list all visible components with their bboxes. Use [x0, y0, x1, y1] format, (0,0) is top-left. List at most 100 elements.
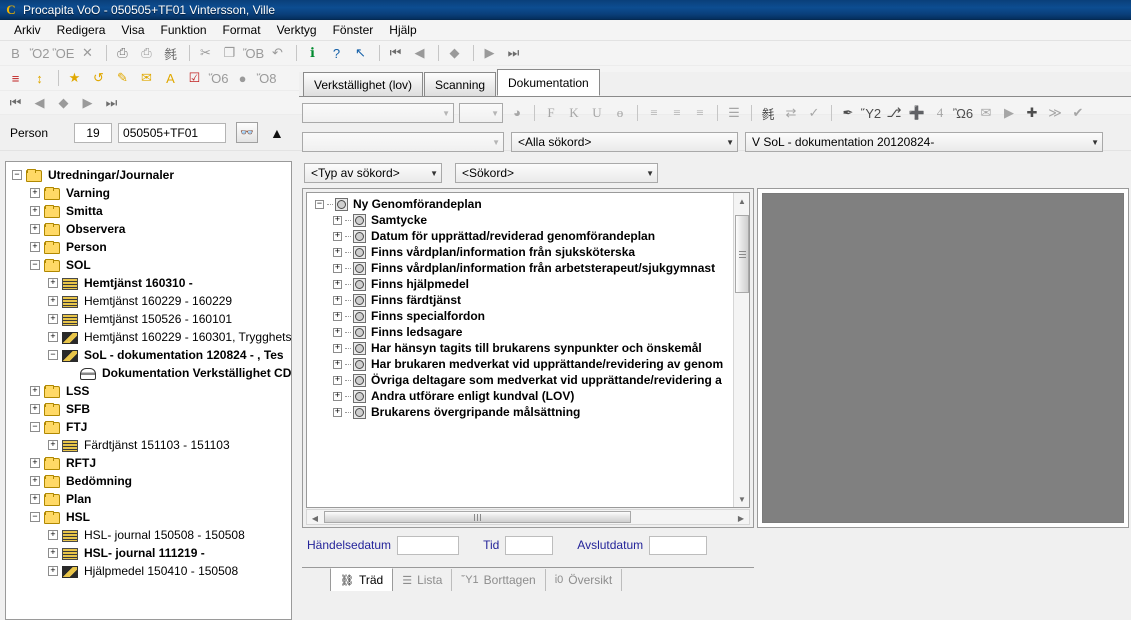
- adjust-sliders-icon[interactable]: ↕: [29, 68, 50, 89]
- align-left-icon[interactable]: ≡: [643, 102, 665, 124]
- document-canvas[interactable]: [762, 193, 1124, 523]
- find-binoculars-icon[interactable]: 毵: [160, 43, 181, 64]
- event-date-input[interactable]: [397, 536, 459, 555]
- play-icon[interactable]: ▶: [998, 102, 1020, 124]
- envelope-check-icon[interactable]: ✉: [975, 102, 997, 124]
- tab-scanning[interactable]: Scanning: [424, 72, 496, 96]
- expand-icon[interactable]: +: [48, 332, 58, 342]
- person-id-input[interactable]: [118, 123, 226, 143]
- expand-icon[interactable]: +: [48, 440, 58, 450]
- keyword-node[interactable]: + Finns ledsagare: [315, 324, 749, 340]
- view-tab-tr-d[interactable]: ⛓ Träd: [330, 568, 393, 591]
- bold-icon[interactable]: F: [540, 102, 562, 124]
- checklist-icon[interactable]: ☑: [184, 68, 205, 89]
- end-date-input[interactable]: [649, 536, 707, 555]
- keyword-node[interactable]: + Övriga deltagare som medverkat vid uppr…: [315, 372, 749, 388]
- document-select[interactable]: V SoL - dokumentation 20120824- ▼: [745, 132, 1103, 152]
- collapse-icon[interactable]: −: [30, 512, 40, 522]
- traffic-light-icon[interactable]: Ὢ6: [952, 102, 974, 124]
- collapse-icon[interactable]: −: [12, 170, 22, 180]
- book-icon[interactable]: Ὅ6: [208, 68, 229, 89]
- tree-node[interactable]: + Hemtjänst 160229 - 160301, Trygghetslar…: [12, 328, 291, 346]
- nav-prev-icon[interactable]: ◀: [409, 43, 430, 64]
- add-node-icon[interactable]: ➕: [906, 102, 928, 124]
- expand-icon[interactable]: +: [30, 458, 40, 468]
- keyword-node[interactable]: + Finns specialfordon: [315, 308, 749, 324]
- keyword-node[interactable]: + Andra utförare enligt kundval (LOV): [315, 388, 749, 404]
- italic-icon[interactable]: K: [563, 102, 585, 124]
- expand-icon[interactable]: +: [30, 404, 40, 414]
- font-size-select[interactable]: ▼: [459, 103, 503, 123]
- keyword-filter-select[interactable]: <Alla sökord> ▼: [511, 132, 738, 152]
- tree-node[interactable]: + Person: [12, 238, 291, 256]
- align-right-icon[interactable]: ≡: [689, 102, 711, 124]
- scroll-down-icon[interactable]: ▼: [734, 491, 750, 507]
- expand-icon[interactable]: +: [30, 224, 40, 234]
- tree-node[interactable]: + Färdtjänst 151103 - 151103: [12, 436, 291, 454]
- print-preview-icon[interactable]: ⎙: [136, 43, 157, 64]
- stamp-signature-icon[interactable]: ✒: [837, 102, 859, 124]
- nav-next-icon[interactable]: ▶: [479, 43, 500, 64]
- collapse-icon[interactable]: −: [315, 200, 324, 209]
- view-tab-lista[interactable]: ☰ Lista: [393, 569, 452, 591]
- save-icon[interactable]: ὋE: [53, 43, 74, 64]
- tree-node[interactable]: + Hjälpmedel 150410 - 150508: [12, 562, 291, 580]
- nav-current-icon[interactable]: ◆: [444, 43, 465, 64]
- tree-node[interactable]: Dokumentation Verkställighet CD: [12, 364, 291, 382]
- keyword-node[interactable]: + Finns färdtjänst: [315, 292, 749, 308]
- undo-icon[interactable]: ↶: [267, 43, 288, 64]
- collapse-icon[interactable]: −: [48, 350, 58, 360]
- keyword-tree[interactable]: − Ny Genomförandeplan + Samtycke + Datum för …: [306, 192, 750, 508]
- align-center-icon[interactable]: ≡: [666, 102, 688, 124]
- expand-icon[interactable]: +: [30, 494, 40, 504]
- expand-icon[interactable]: +: [48, 314, 58, 324]
- view-tab-borttagen[interactable]: Ὕ1 Borttagen: [452, 569, 545, 591]
- approve-check-icon[interactable]: ✔: [1067, 102, 1089, 124]
- expand-icon[interactable]: +: [30, 206, 40, 216]
- tree-node[interactable]: + Hemtjänst 150526 - 160101: [12, 310, 291, 328]
- structure-icon[interactable]: ⎇: [883, 102, 905, 124]
- person-number-input[interactable]: [74, 123, 112, 143]
- nav-first-icon[interactable]: ⏮: [385, 43, 406, 64]
- expand-icon[interactable]: +: [30, 188, 40, 198]
- underline-icon[interactable]: U: [586, 102, 608, 124]
- menu-item-verktyg[interactable]: Verktyg: [269, 21, 325, 39]
- collapse-icon[interactable]: −: [30, 422, 40, 432]
- tab-dokumentation[interactable]: Dokumentation: [497, 69, 600, 96]
- tree-node[interactable]: + Observera: [12, 220, 291, 238]
- delete-icon[interactable]: ✕: [77, 43, 98, 64]
- chart-icon[interactable]: Ὄ8: [256, 68, 277, 89]
- tree-node[interactable]: + Plan: [12, 490, 291, 508]
- text-color-icon[interactable]: ◕: [506, 102, 528, 124]
- expand-icon[interactable]: +: [30, 242, 40, 252]
- context-help-icon[interactable]: ↖: [350, 43, 371, 64]
- document-preview-panel[interactable]: [757, 188, 1129, 528]
- tree-node[interactable]: + SFB: [12, 400, 291, 418]
- person-search-button[interactable]: 👓: [236, 122, 258, 143]
- properties-icon[interactable]: Ὕ2: [860, 102, 882, 124]
- fast-forward-icon[interactable]: ≫: [1044, 102, 1066, 124]
- view-tab--versikt[interactable]: ἱ0 Översikt: [546, 569, 623, 591]
- tree-node[interactable]: + HSL- journal 150508 - 150508: [12, 526, 291, 544]
- tree-node[interactable]: − FTJ: [12, 418, 291, 436]
- tree-node[interactable]: − SoL - dokumentation 120824 - , Tes: [12, 346, 291, 364]
- help-question-icon[interactable]: ?: [326, 43, 347, 64]
- expand-icon[interactable]: +: [333, 232, 342, 241]
- expand-icon[interactable]: +: [48, 548, 58, 558]
- cut-scissors-icon[interactable]: ✂: [195, 43, 216, 64]
- record-current-icon[interactable]: ◆: [53, 92, 74, 113]
- tab-verkst-llighet-lov[interactable]: Verkställighet (lov): [303, 72, 423, 96]
- expand-icon[interactable]: +: [333, 344, 342, 353]
- scroll-up-icon[interactable]: ▲: [734, 193, 750, 209]
- tree-node[interactable]: − SOL: [12, 256, 291, 274]
- expand-icon[interactable]: +: [333, 328, 342, 337]
- hscroll-thumb[interactable]: [324, 511, 631, 523]
- navigation-tree-panel[interactable]: − Utredningar/Journaler + Varning + Smitta + Ob…: [5, 161, 292, 620]
- tree-node[interactable]: + RFTJ: [12, 454, 291, 472]
- keyword-type-select[interactable]: <Typ av sökord> ▼: [304, 163, 442, 183]
- replace-icon[interactable]: ⇄: [780, 102, 802, 124]
- info-icon[interactable]: ℹ: [302, 43, 323, 64]
- favourite-star-icon[interactable]: ★: [64, 68, 85, 89]
- record-first-icon[interactable]: ⏮: [5, 92, 26, 113]
- tree-node[interactable]: − Utredningar/Journaler: [12, 166, 291, 184]
